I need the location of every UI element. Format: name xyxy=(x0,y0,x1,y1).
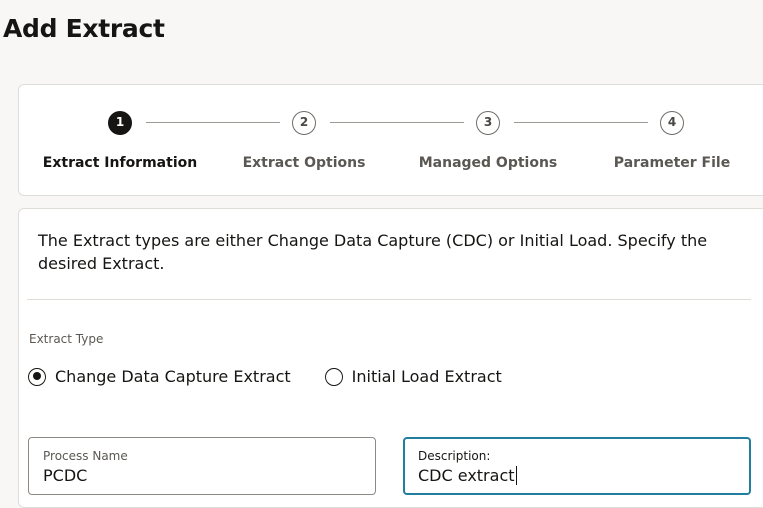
radio-option-cdc-extract[interactable]: Change Data Capture Extract xyxy=(28,367,291,386)
step-1-label[interactable]: Extract Information xyxy=(43,155,197,171)
description-input[interactable]: CDC extract xyxy=(418,466,517,485)
step-2-indicator[interactable]: 2 xyxy=(292,111,316,135)
step-4-indicator[interactable]: 4 xyxy=(660,111,684,135)
extract-type-label: Extract Type xyxy=(29,332,104,346)
intro-text: The Extract types are either Change Data… xyxy=(38,231,708,273)
step-connector xyxy=(514,122,648,123)
step-4-label[interactable]: Parameter File xyxy=(614,155,730,171)
step-train: 1 2 3 4 Extract Information Extract Opti… xyxy=(18,84,763,196)
radio-option-initial-load-extract[interactable]: Initial Load Extract xyxy=(324,367,502,386)
radio-label-cdc-extract[interactable]: Change Data Capture Extract xyxy=(55,367,291,386)
process-name-value[interactable]: PCDC xyxy=(43,466,87,485)
step-connector xyxy=(330,122,464,123)
extract-type-radio-group: Change Data Capture Extract Initial Load… xyxy=(28,367,536,386)
description-field[interactable]: Description: CDC extract xyxy=(403,437,751,495)
divider xyxy=(27,299,751,300)
process-name-field[interactable]: Process Name PCDC xyxy=(28,437,376,495)
process-name-label: Process Name xyxy=(43,449,128,463)
page-title: Add Extract xyxy=(3,14,165,43)
radio-label-initial-load-extract[interactable]: Initial Load Extract xyxy=(352,367,502,386)
description-value[interactable]: CDC extract xyxy=(418,466,515,485)
step-3-label[interactable]: Managed Options xyxy=(419,155,558,171)
radio-unchecked-icon[interactable] xyxy=(324,367,343,386)
step-1-indicator[interactable]: 1 xyxy=(108,111,132,135)
step-2-label[interactable]: Extract Options xyxy=(243,155,366,171)
text-caret xyxy=(515,466,517,485)
step-connector xyxy=(146,122,280,123)
extract-information-form: The Extract types are either Change Data… xyxy=(18,208,763,508)
description-label: Description: xyxy=(418,449,491,463)
radio-checked-icon[interactable] xyxy=(28,367,46,386)
step-3-indicator[interactable]: 3 xyxy=(476,111,500,135)
